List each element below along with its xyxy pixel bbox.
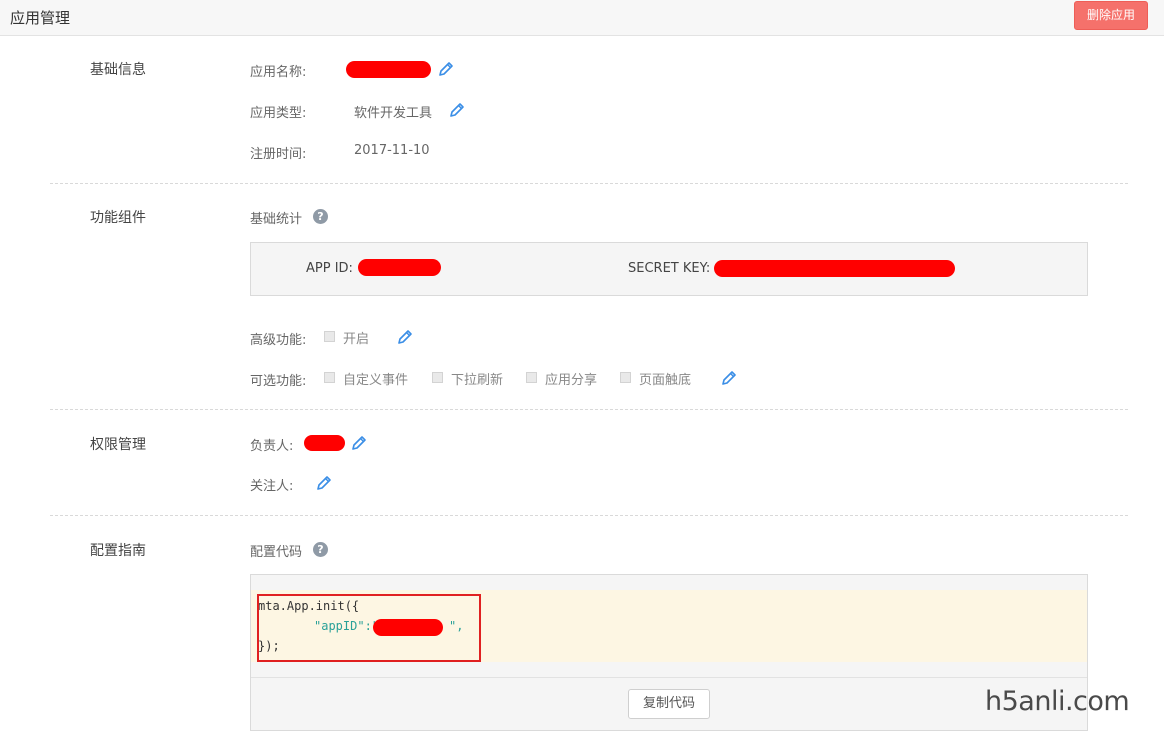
page-header: 应用管理 删除应用 [0,0,1164,36]
register-time-value: 2017-11-10 [354,143,430,158]
custom-event-label: 自定义事件 [343,373,409,388]
app-keys-panel: APP ID: SECRET KEY: [250,242,1088,296]
app-name-redacted [346,61,431,78]
edit-owner-pencil-icon[interactable] [351,435,367,451]
register-time-label: 注册时间: [250,147,307,162]
section-title-basic-info: 基础信息 [90,62,146,78]
optional-features-label: 可选功能: [250,374,307,389]
advanced-enable-checkbox[interactable] [324,331,335,342]
pull-refresh-label: 下拉刷新 [451,373,504,388]
section-title-components: 功能组件 [90,210,146,226]
app-share-label: 应用分享 [545,373,598,388]
follower-label: 关注人: [250,479,294,494]
delete-app-button[interactable]: 删除应用 [1074,1,1148,30]
section-divider [50,183,1128,184]
app-type-value: 软件开发工具 [354,106,433,121]
edit-advanced-pencil-icon[interactable] [397,329,413,345]
owner-redacted [304,435,345,451]
code-highlight-frame [257,594,481,662]
config-code-label: 配置代码 [250,545,303,560]
watermark: h5anli.com [985,686,1130,717]
app-id-label: APP ID: [306,261,353,276]
secret-key-label: SECRET KEY: [628,261,711,276]
advanced-enable-label: 开启 [343,332,370,347]
app-type-label: 应用类型: [250,106,307,121]
page-bottom-checkbox[interactable] [620,372,631,383]
page-title: 应用管理 [10,9,71,27]
section-title-permissions: 权限管理 [90,437,146,453]
owner-label: 负责人: [250,439,294,454]
section-divider [50,515,1128,516]
basic-stats-label: 基础统计 [250,212,303,227]
code-panel-separator [251,677,1087,678]
question-icon[interactable]: ? [313,209,328,224]
secret-key-redacted [714,260,955,277]
app-name-label: 应用名称: [250,65,307,80]
page-bottom-label: 页面触底 [639,373,692,388]
edit-follower-pencil-icon[interactable] [316,475,332,491]
app-share-checkbox[interactable] [526,372,537,383]
advanced-features-label: 高级功能: [250,333,307,348]
edit-app-type-pencil-icon[interactable] [449,102,465,118]
edit-optional-pencil-icon[interactable] [721,370,737,386]
question-icon[interactable]: ? [313,542,328,557]
pull-refresh-checkbox[interactable] [432,372,443,383]
app-id-redacted [358,259,441,276]
edit-app-name-pencil-icon[interactable] [438,61,454,77]
custom-event-checkbox[interactable] [324,372,335,383]
section-title-config: 配置指南 [90,543,146,559]
section-divider [50,409,1128,410]
copy-code-button[interactable]: 复制代码 [628,689,710,719]
